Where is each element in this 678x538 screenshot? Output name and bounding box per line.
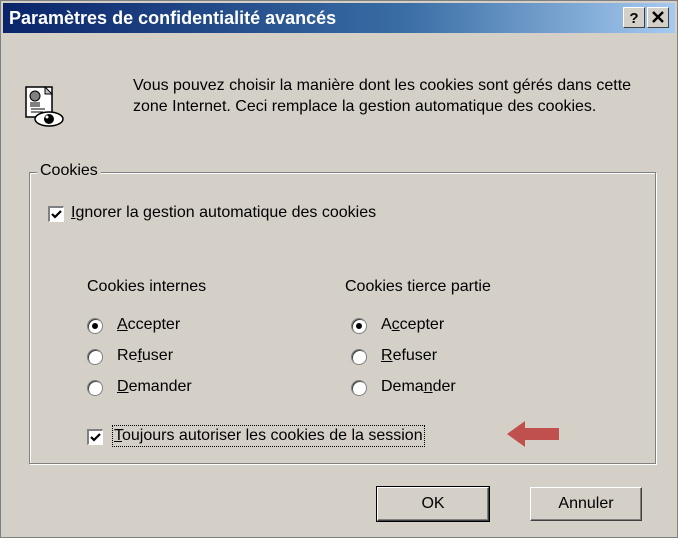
first-party-refuse-label[interactable]: Refuser — [117, 347, 173, 365]
session-cookies-label[interactable]: Toujours autoriser les cookies de la ses… — [112, 425, 425, 447]
cancel-button[interactable]: Annuler — [530, 487, 642, 521]
override-checkbox[interactable] — [48, 206, 64, 222]
third-party-refuse-radio[interactable] — [351, 349, 367, 365]
cookies-group-label: Cookies — [37, 162, 101, 180]
intro-text: Vous pouvez choisir la manière dont les … — [133, 77, 632, 115]
privacy-eye-icon — [25, 85, 64, 127]
close-icon — [652, 11, 664, 23]
third-party-prompt-radio[interactable] — [351, 380, 367, 396]
help-button[interactable]: ? — [623, 7, 645, 28]
checkmark-icon — [90, 433, 101, 442]
privacy-dialog: Paramètres de confidentialité avancés ? … — [0, 0, 678, 538]
first-party-accept-label[interactable]: Accepter — [117, 316, 180, 334]
third-party-prompt-label[interactable]: Demander — [381, 378, 456, 396]
radio-selected-dot — [356, 323, 362, 329]
first-party-refuse-radio[interactable] — [87, 349, 103, 365]
first-party-prompt-radio[interactable] — [87, 380, 103, 396]
radio-selected-dot — [92, 323, 98, 329]
first-party-prompt-label[interactable]: Demander — [117, 378, 192, 396]
title-bar[interactable]: Paramètres de confidentialité avancés ? — [3, 3, 675, 33]
third-party-accept-radio[interactable] — [351, 318, 367, 334]
annotation-arrow-icon — [507, 421, 559, 447]
third-party-heading: Cookies tierce partie — [345, 278, 491, 295]
third-party-refuse-label[interactable]: Refuser — [381, 347, 437, 365]
override-label[interactable]: Ignorer la gestion automatique des cooki… — [71, 204, 376, 222]
session-cookies-checkbox[interactable] — [87, 429, 103, 445]
ok-button[interactable]: OK — [376, 486, 490, 522]
window-title: Paramètres de confidentialité avancés — [9, 8, 337, 28]
checkmark-icon — [51, 210, 62, 219]
close-button[interactable] — [647, 7, 669, 28]
first-party-heading: Cookies internes — [87, 278, 207, 295]
first-party-accept-radio[interactable] — [87, 318, 103, 334]
third-party-accept-label[interactable]: Accepter — [381, 316, 444, 334]
